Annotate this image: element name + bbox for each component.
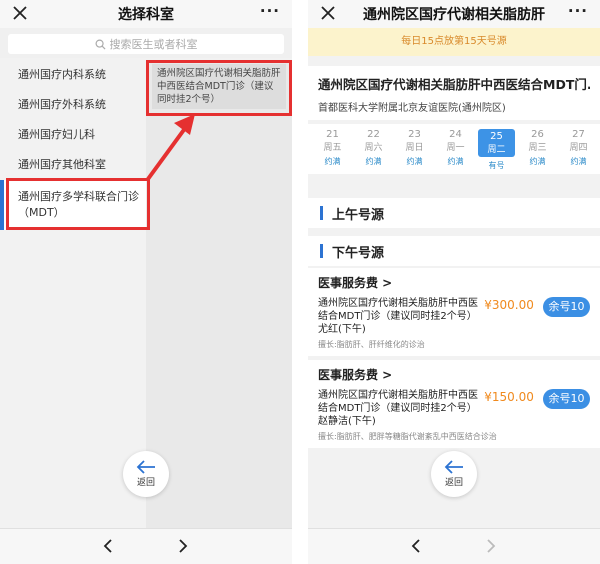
date-selector: 21 周五约满 22 周六约满 23 周日约满 24 周一约满 25 周二有号 26 周三约… xyxy=(308,124,600,174)
date-cell[interactable]: 27 周四约满 xyxy=(558,124,599,174)
more-icon[interactable]: ··· xyxy=(260,2,280,20)
page-title: 通州院区国疗代谢相关脂肪肝 xyxy=(363,7,545,23)
search-bar: 搜索医生或者科室 xyxy=(0,28,292,58)
chevron-right-icon xyxy=(487,539,496,553)
bottom-nav-bar xyxy=(0,528,292,564)
date-day: 22 xyxy=(367,129,380,140)
date-status: 约满 xyxy=(529,157,546,166)
back-arrow-icon xyxy=(136,460,155,474)
search-placeholder: 搜索医生或者科室 xyxy=(109,38,198,51)
department-item[interactable]: 通州国疗内科系统 xyxy=(0,60,146,90)
notice-banner: 每日15点放第15天号源 xyxy=(308,28,600,56)
back-label: 返回 xyxy=(136,478,155,488)
doctor-specialty: 擅长:脂肪肝、肥胖等糖脂代谢紊乱中西医结合诊治 xyxy=(318,432,497,441)
slot-card[interactable]: 医事服务费 > 通州院区国疗代谢相关脂肪肝中西医结合MDT门诊（建议同时挂2个号… xyxy=(308,268,600,356)
slot-description: 通州院区国疗代谢相关脂肪肝中西医结合MDT门诊（建议同时挂2个号）尤红(下午) xyxy=(318,298,478,335)
search-icon xyxy=(95,39,106,50)
date-cell[interactable]: 26 周三约满 xyxy=(517,124,558,174)
clinic-name: 通州院区国疗代谢相关脂肪肝中西医结合MDT门... xyxy=(318,77,590,92)
date-cell[interactable]: 24 周一约满 xyxy=(435,124,476,174)
date-status: 约满 xyxy=(324,157,341,166)
section-bar xyxy=(320,206,323,220)
date-status: 有号 xyxy=(488,161,505,170)
close-icon[interactable] xyxy=(318,3,338,23)
date-day: 26 xyxy=(531,129,544,140)
page-title: 选择科室 xyxy=(118,7,174,23)
chevron-left-icon[interactable] xyxy=(410,538,422,554)
hospital-name: 首都医科大学附属北京友谊医院(通州院区) xyxy=(318,103,506,114)
slot-row: 通州院区国疗代谢相关脂肪肝中西医结合MDT门诊（建议同时挂2个号）尤红(下午) … xyxy=(318,297,590,336)
slot-row: 通州院区国疗代谢相关脂肪肝中西医结合MDT门诊（建议同时挂2个号）赵静洁(下午)… xyxy=(318,389,590,428)
remaining-badge[interactable]: 余号10 xyxy=(543,389,590,409)
left-screen: 选择科室 ··· 搜索医生或者科室 通州国疗内科系统 通州国疗外科系统 通州国疗… xyxy=(0,0,292,564)
department-item[interactable]: 通州国疗外科系统 xyxy=(0,90,146,120)
date-day: 25 xyxy=(490,131,503,142)
date-week: 周三 xyxy=(528,143,547,153)
date-cell-selected[interactable]: 25 周二有号 xyxy=(476,124,517,174)
date-status: 约满 xyxy=(447,157,464,166)
doctor-specialty: 擅长:脂肪肝、肝纤维化的诊治 xyxy=(318,340,425,349)
date-day: 27 xyxy=(572,129,585,140)
top-bar: 通州院区国疗代谢相关脂肪肝 ··· xyxy=(308,0,600,28)
date-week: 周日 xyxy=(405,143,424,153)
section-title-text: 上午号源 xyxy=(332,207,385,223)
date-cell[interactable]: 23 周日约满 xyxy=(394,124,435,174)
search-input[interactable]: 搜索医生或者科室 xyxy=(8,34,284,54)
section-bar xyxy=(320,244,323,258)
date-week: 周六 xyxy=(364,143,383,153)
slot-price: ¥300.00 xyxy=(484,298,534,312)
fee-link[interactable]: 医事服务费 > xyxy=(318,274,590,291)
department-list: 通州国疗内科系统 通州国疗外科系统 通州国疗妇儿科 通州国疗其他科室 通州国疗多… xyxy=(0,60,146,528)
section-morning: 上午号源 xyxy=(308,198,600,228)
highlight-box-department xyxy=(6,178,150,230)
date-status: 约满 xyxy=(365,157,382,166)
back-arrow-icon xyxy=(444,460,463,474)
chevron-right-icon[interactable] xyxy=(177,538,189,554)
date-status: 约满 xyxy=(570,157,587,166)
date-cell[interactable]: 21 周五约满 xyxy=(312,124,353,174)
date-week: 周五 xyxy=(323,143,342,153)
close-icon[interactable] xyxy=(10,3,30,23)
back-label: 返回 xyxy=(444,478,463,488)
remaining-badge[interactable]: 余号10 xyxy=(543,297,590,317)
annotation-arrow-icon xyxy=(146,114,195,181)
date-week: 周四 xyxy=(569,143,588,153)
slot-price: ¥150.00 xyxy=(484,390,534,404)
slot-card[interactable]: 医事服务费 > 通州院区国疗代谢相关脂肪肝中西医结合MDT门诊（建议同时挂2个号… xyxy=(308,360,600,448)
fee-link[interactable]: 医事服务费 > xyxy=(318,366,590,383)
bottom-nav-bar xyxy=(308,528,600,564)
back-button[interactable]: 返回 xyxy=(431,451,477,497)
date-day: 24 xyxy=(449,129,462,140)
date-cell[interactable]: 22 周六约满 xyxy=(353,124,394,174)
date-week: 周二 xyxy=(487,145,506,155)
section-afternoon: 下午号源 xyxy=(308,236,600,266)
slot-description: 通州院区国疗代谢相关脂肪肝中西医结合MDT门诊（建议同时挂2个号）赵静洁(下午) xyxy=(318,390,478,427)
more-icon[interactable]: ··· xyxy=(568,2,588,20)
top-bar: 选择科室 ··· xyxy=(0,0,292,28)
section-title-text: 下午号源 xyxy=(332,245,385,261)
date-week: 周一 xyxy=(446,143,465,153)
date-status: 约满 xyxy=(406,157,423,166)
right-screen: 通州院区国疗代谢相关脂肪肝 ··· 每日15点放第15天号源 通州院区国疗代谢相… xyxy=(308,0,600,564)
department-item[interactable]: 通州国疗妇儿科 xyxy=(0,120,146,150)
date-day: 21 xyxy=(326,129,339,140)
date-day: 23 xyxy=(408,129,421,140)
back-button[interactable]: 返回 xyxy=(123,451,169,497)
chevron-left-icon[interactable] xyxy=(102,538,114,554)
department-item[interactable]: 通州国疗其他科室 xyxy=(0,150,146,180)
hospital-info: 通州院区国疗代谢相关脂肪肝中西医结合MDT门... 首都医科大学附属北京友谊医院… xyxy=(308,66,600,120)
